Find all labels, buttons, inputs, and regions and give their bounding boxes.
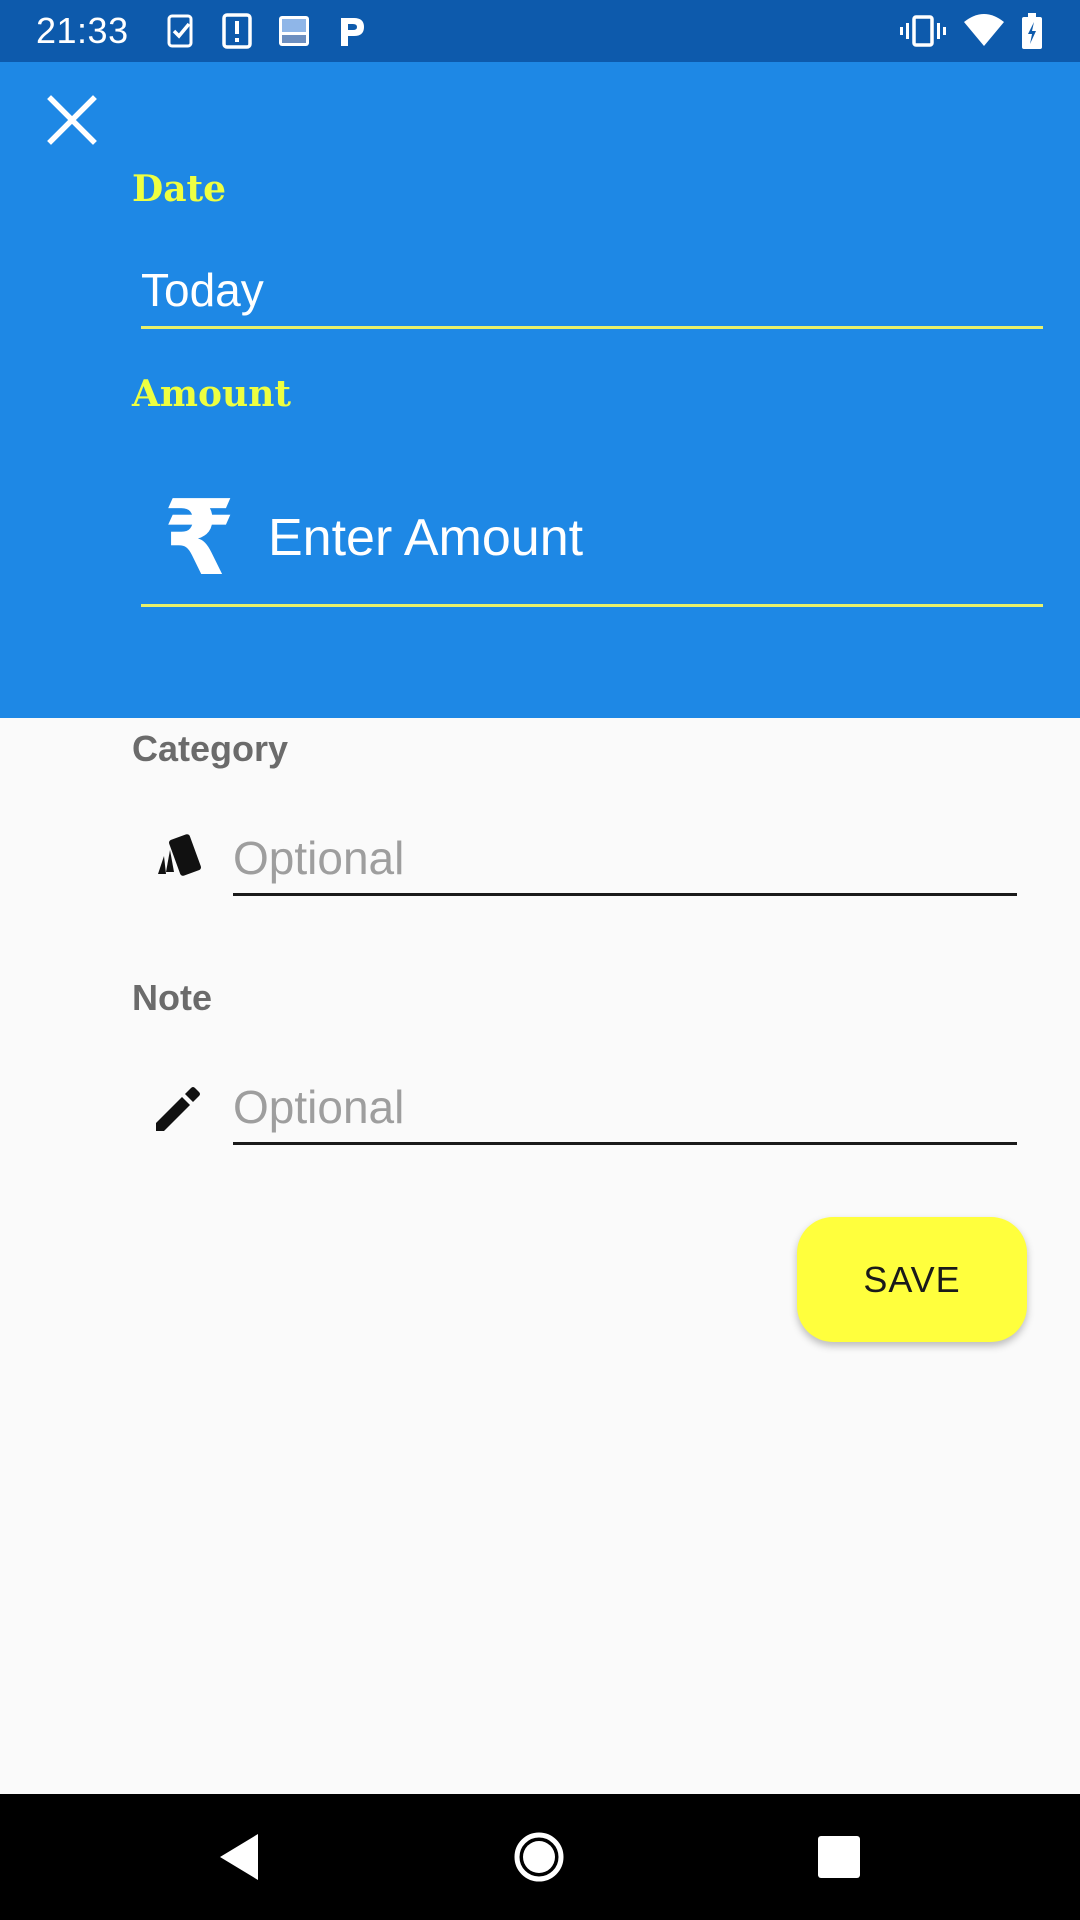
amount-label: Amount xyxy=(132,373,292,415)
home-icon[interactable] xyxy=(506,1824,572,1890)
wifi-icon xyxy=(964,14,1004,46)
cards-icon xyxy=(158,834,201,876)
pencil-icon xyxy=(156,1087,200,1131)
amount-input[interactable]: ₹ Enter Amount xyxy=(141,470,1043,607)
save-button[interactable]: SAVE xyxy=(797,1217,1027,1342)
category-label: Category xyxy=(132,728,289,769)
alert-notification-icon xyxy=(222,13,252,49)
status-time: 21:33 xyxy=(36,10,129,51)
battery-icon xyxy=(1022,13,1042,49)
vibrate-icon xyxy=(900,15,946,47)
close-button[interactable] xyxy=(40,88,104,152)
task-check-icon xyxy=(167,14,193,48)
date-label: Date xyxy=(132,168,227,210)
app-notification-icon xyxy=(279,16,309,46)
close-icon xyxy=(47,95,97,145)
note-input[interactable]: Optional xyxy=(233,1072,1017,1145)
transaction-header-panel: Date Today Amount ₹ Enter Amount xyxy=(0,62,1080,718)
back-icon[interactable] xyxy=(206,1824,272,1890)
recents-icon[interactable] xyxy=(806,1824,872,1890)
category-input[interactable]: Optional xyxy=(233,823,1017,896)
note-label: Note xyxy=(132,977,212,1018)
rupee-icon: ₹ xyxy=(163,477,236,599)
add-transaction-screen: 21:33 Date Today Amount ₹ Enter Amount C… xyxy=(0,0,1080,1920)
date-field[interactable]: Today xyxy=(141,254,1043,329)
amount-placeholder: Enter Amount xyxy=(268,509,584,567)
status-bar: 21:33 xyxy=(0,0,1080,62)
navigation-bar xyxy=(0,1794,1080,1920)
parking-icon xyxy=(341,18,364,46)
